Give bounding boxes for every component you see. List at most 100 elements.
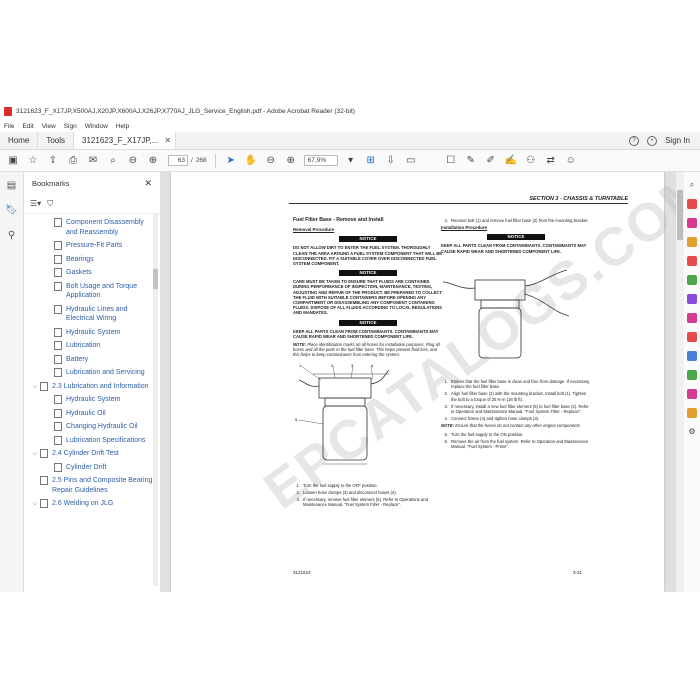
- document-scrollbar[interactable]: [676, 172, 684, 592]
- menu-item-file[interactable]: File: [4, 123, 14, 130]
- organize-pages-icon[interactable]: [687, 275, 697, 285]
- step-number: 6.: [444, 438, 449, 444]
- document-scroll-thumb[interactable]: [677, 190, 683, 240]
- highlight-pen-icon[interactable]: ✎: [464, 154, 478, 168]
- new-bookmark-icon[interactable]: ⛉: [47, 199, 53, 209]
- close-panel-icon[interactable]: ✕: [144, 178, 152, 189]
- bookmark-options-icon[interactable]: ☰▾: [30, 199, 41, 208]
- send-sign-icon[interactable]: [687, 389, 697, 399]
- share-icon[interactable]: ⇄: [544, 154, 558, 168]
- comment-tool-icon[interactable]: [687, 237, 697, 247]
- attachments-icon[interactable]: ⚲: [8, 230, 15, 241]
- print-icon[interactable]: ⎙: [66, 154, 80, 168]
- document-view[interactable]: EPCATALOGS.COM SECTION 3 - CHASSIS & TUR…: [161, 172, 676, 592]
- bookmark-page-icon: [54, 368, 62, 377]
- step-item: 1. Turn the fuel supply to the OFF positi…: [293, 483, 443, 488]
- redact-icon[interactable]: [687, 332, 697, 342]
- bookmarks-scrollbar[interactable]: [153, 214, 158, 586]
- installation-diagram: [442, 269, 570, 359]
- bookmark-item[interactable]: Hydraulic Lines and Electrical Wiring: [24, 303, 160, 326]
- scroll-mode-icon[interactable]: ⇩: [384, 154, 398, 168]
- bookmark-item[interactable]: Lubrication Specifications: [24, 434, 160, 448]
- bookmark-item[interactable]: Lubrication: [24, 339, 160, 353]
- help-icon[interactable]: ?: [629, 135, 640, 146]
- sign-in-link[interactable]: Sign In: [665, 136, 690, 145]
- fill-sign-icon[interactable]: ✍: [504, 154, 518, 168]
- create-pdf-icon[interactable]: [687, 218, 697, 228]
- export-pdf-icon[interactable]: [687, 199, 697, 209]
- bookmark-item[interactable]: Bolt Usage and Torque Application: [24, 280, 160, 303]
- bookmark-item[interactable]: ⌵ 2.6 Welding on JLG: [24, 497, 160, 511]
- zoom-in-icon[interactable]: ⊕: [284, 154, 298, 168]
- step-text: Turn the fuel supply to the ON position.: [451, 431, 524, 437]
- bookmark-item[interactable]: Battery: [24, 353, 160, 367]
- zoom-out-icon[interactable]: ⊖: [264, 154, 278, 168]
- bookmark-item[interactable]: Pressure-Fit Parts: [24, 239, 160, 253]
- search-icon[interactable]: ⌕: [106, 154, 120, 168]
- chevron-down-icon[interactable]: ⌵: [30, 499, 40, 509]
- view-options-icon[interactable]: ▭: [404, 154, 418, 168]
- upload-icon[interactable]: ⇪: [46, 154, 60, 168]
- menu-item-window[interactable]: Window: [85, 123, 108, 130]
- bookmark-item[interactable]: Component Disassembly and Reassembly: [24, 216, 160, 239]
- comment-icon[interactable]: ☐: [444, 154, 458, 168]
- page-thumbnails-icon[interactable]: ▤: [7, 180, 16, 191]
- select-cursor-icon[interactable]: ➤: [224, 154, 238, 168]
- stamp-icon[interactable]: ⚇: [524, 154, 538, 168]
- menu-item-edit[interactable]: Edit: [22, 123, 33, 130]
- stamp-tool-icon[interactable]: [687, 408, 697, 418]
- page-fit-icon[interactable]: ⊞: [364, 154, 378, 168]
- bookmark-item[interactable]: Gaskets: [24, 266, 160, 280]
- bookmark-item[interactable]: Bearings: [24, 253, 160, 267]
- page-number-input[interactable]: 63: [168, 155, 188, 166]
- bookmark-item[interactable]: Hydraulic Oil: [24, 407, 160, 421]
- close-tab-icon[interactable]: ✕: [164, 136, 171, 145]
- installation-steps: 1. Ensure that the fuel filter base is cl…: [441, 379, 591, 421]
- bookmark-item[interactable]: Hydraulic System: [24, 393, 160, 407]
- bookmark-label: Battery: [66, 355, 89, 363]
- save-icon[interactable]: ▣: [6, 154, 20, 168]
- notifications-icon[interactable]: •: [647, 135, 658, 146]
- email-icon[interactable]: ✉: [86, 154, 100, 168]
- tab-document[interactable]: 3121623_F_X17JP,... ✕: [74, 132, 177, 149]
- step-number: 2.: [296, 490, 301, 496]
- tab-tools[interactable]: Tools: [38, 132, 75, 149]
- edit-pdf-icon[interactable]: [687, 294, 697, 304]
- more-tools-icon[interactable]: ☺: [564, 154, 578, 168]
- bookmark-star-icon[interactable]: ☆: [26, 154, 40, 168]
- bookmarks-panel-icon[interactable]: 🔖︎: [5, 205, 18, 216]
- next-page-icon[interactable]: ⊕: [146, 154, 160, 168]
- combine-files-icon[interactable]: [687, 256, 697, 266]
- search-icon[interactable]: ⌕: [690, 180, 694, 190]
- menu-item-view[interactable]: View: [42, 123, 56, 130]
- bookmark-item[interactable]: ⌵ 2.3 Lubrication and Information: [24, 380, 160, 394]
- zoom-level-input[interactable]: 67,9%: [303, 155, 338, 166]
- step-text: Connect hoses (4) and tighten hose clamp…: [451, 416, 540, 422]
- bookmarks-scroll-thumb[interactable]: [153, 269, 158, 289]
- menu-item-sign[interactable]: Sign: [64, 123, 77, 130]
- bookmark-page-icon: [54, 268, 62, 277]
- bookmark-item[interactable]: 2.5 Pins and Composite Bearing Repair Gu…: [24, 474, 160, 497]
- previous-page-icon[interactable]: ⊖: [126, 154, 140, 168]
- bookmark-item[interactable]: ⌵ 2.4 Cylinder Drift Test: [24, 447, 160, 461]
- bookmark-item[interactable]: Changing Hydraulic Oil: [24, 420, 160, 434]
- more-tools-icon[interactable]: ⚙: [688, 427, 695, 436]
- bookmark-page-icon: [40, 449, 48, 458]
- zoom-dropdown-icon[interactable]: ▾: [344, 154, 358, 168]
- protect-icon[interactable]: [687, 351, 697, 361]
- hand-tool-icon[interactable]: ✋: [244, 154, 258, 168]
- compress-icon[interactable]: [687, 370, 697, 380]
- tab-home[interactable]: Home: [0, 132, 39, 149]
- bookmark-label: Hydraulic System: [66, 396, 121, 403]
- step-item: 5. Turn the fuel supply to the ON positio…: [441, 432, 591, 437]
- draw-icon[interactable]: ✐: [484, 154, 498, 168]
- menu-item-help[interactable]: Help: [116, 123, 129, 130]
- notice-banner: NOTICE: [339, 270, 397, 277]
- bookmark-item[interactable]: Cylinder Drift: [24, 461, 160, 475]
- chevron-down-icon[interactable]: ⌵: [30, 449, 40, 459]
- fill-sign-tool-icon[interactable]: [687, 313, 697, 323]
- bookmark-item[interactable]: Hydraulic System: [24, 326, 160, 340]
- bookmark-page-icon: [54, 341, 62, 350]
- bookmark-item[interactable]: Lubrication and Servicing: [24, 366, 160, 380]
- chevron-down-icon[interactable]: ⌵: [30, 382, 40, 392]
